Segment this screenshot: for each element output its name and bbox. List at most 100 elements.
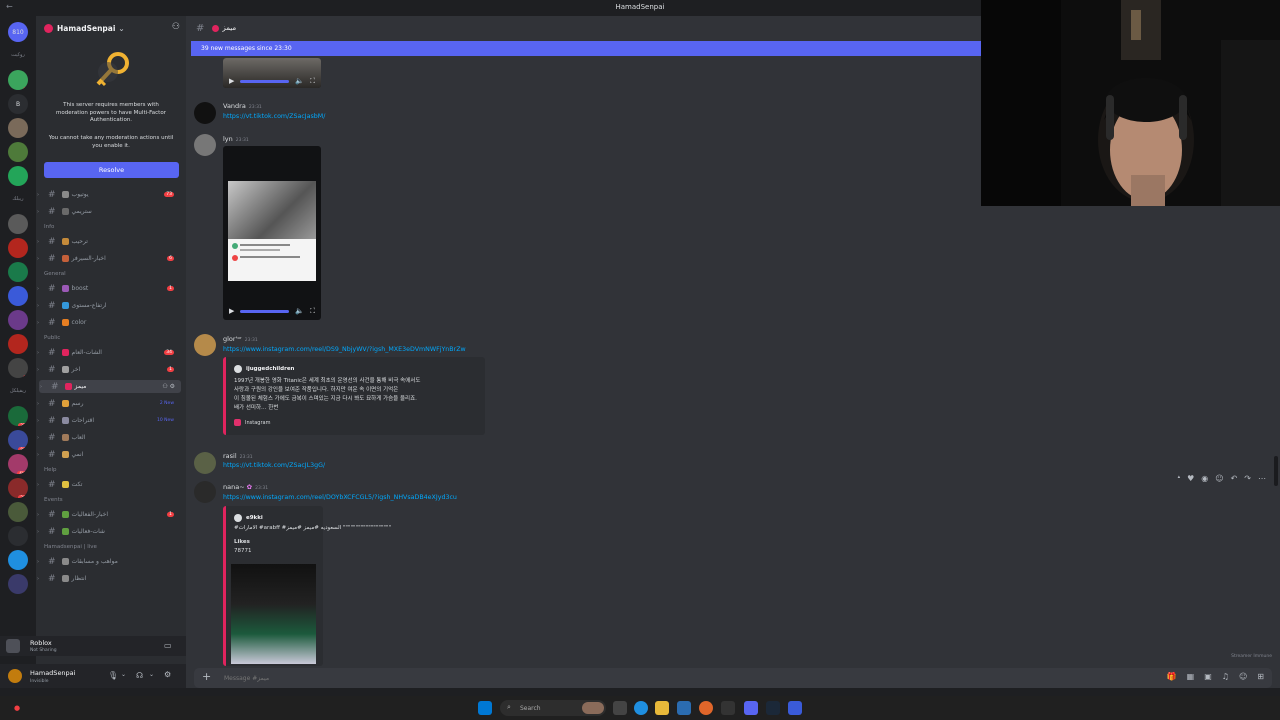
server-icon[interactable]: 267 <box>8 478 28 498</box>
headphones-icon[interactable]: ☊ <box>136 671 143 680</box>
new-messages-bar[interactable]: 39 new messages since 23:30 <box>191 41 981 56</box>
message-author[interactable]: rasil 23:31 <box>223 452 253 460</box>
emoji-icon[interactable]: ☺ <box>1239 672 1247 681</box>
server-icon[interactable] <box>8 214 28 234</box>
resolve-button[interactable]: Resolve <box>44 162 179 178</box>
more-icon[interactable]: ⋯ <box>1258 474 1266 486</box>
server-icon[interactable] <box>8 526 28 546</box>
channel-item[interactable]: › # الشات-العام 34 <box>36 346 182 359</box>
video-embed[interactable]: ▶ 🔈 ⛶ <box>223 58 321 88</box>
message-author[interactable]: glor'ᵒʳ 23:31 <box>223 335 258 343</box>
embed-author[interactable]: ijuggedchildren <box>234 365 294 373</box>
discord-icon[interactable] <box>744 701 758 715</box>
avatar[interactable] <box>194 481 216 503</box>
channel-category[interactable]: Public <box>44 335 60 341</box>
server-header[interactable]: HamadSenpai ⌄ ⚇ <box>36 16 186 40</box>
channel-item[interactable]: › # اقتراحات 10 New <box>36 414 182 427</box>
server-icon[interactable]: 1 <box>8 70 28 90</box>
screen-share-icon[interactable]: ▭ <box>164 641 172 650</box>
avatar[interactable] <box>8 669 22 683</box>
message-link[interactable]: https://vt.tiktok.com/ZSacJL3gG/ <box>223 462 325 469</box>
channel-item[interactable]: › # يوتيوب 73 <box>36 188 182 201</box>
file-explorer-icon[interactable] <box>655 701 669 715</box>
server-icon[interactable] <box>8 310 28 330</box>
sticker-icon[interactable]: ▣ <box>1204 672 1212 681</box>
channel-settings-icon[interactable]: ⚇ ⚙ <box>162 383 175 390</box>
scrollbar[interactable] <box>1274 456 1278 486</box>
channel-item[interactable]: › # ترحيب <box>36 235 182 248</box>
channel-item[interactable]: › # العاب <box>36 431 182 444</box>
channel-item[interactable]: › # boost 1 <box>36 282 182 295</box>
server-icon[interactable] <box>8 238 28 258</box>
gear-icon[interactable]: ⚙ <box>164 670 171 679</box>
add-user-icon[interactable]: ⚇ <box>172 22 180 32</box>
apps-icon[interactable]: ⊞ <box>1257 672 1264 681</box>
server-icon[interactable]: 6K+ <box>8 454 28 474</box>
message-input[interactable] <box>224 671 824 685</box>
server-icon[interactable] <box>8 118 28 138</box>
message-link[interactable]: https://www.instagram.com/reel/DOYbXCFCG… <box>223 494 457 501</box>
server-icon[interactable] <box>8 142 28 162</box>
fullscreen-icon[interactable]: ⛶ <box>310 307 315 316</box>
server-icon[interactable] <box>8 550 28 570</box>
chevron-down-icon[interactable]: ⌄ <box>149 671 154 678</box>
avatar[interactable] <box>194 452 216 474</box>
message-author[interactable]: nana~ ✿ 23:31 <box>223 483 268 491</box>
fullscreen-icon[interactable]: ⛶ <box>310 77 315 86</box>
app-icon[interactable] <box>721 701 735 715</box>
gift-icon[interactable]: 🎁 <box>1167 672 1177 681</box>
avatar[interactable] <box>194 102 216 124</box>
server-icon[interactable]: B <box>8 94 28 114</box>
volume-icon[interactable]: 🔈 <box>295 77 304 85</box>
server-icon[interactable]: 1 <box>8 358 28 378</box>
app-icon[interactable] <box>788 701 802 715</box>
message-link[interactable]: https://www.instagram.com/reel/DS9_NbjyW… <box>223 346 466 353</box>
server-icon[interactable] <box>8 574 28 594</box>
chevron-down-icon[interactable]: ⌄ <box>121 671 126 678</box>
channel-item[interactable]: › # color <box>36 316 182 329</box>
microphone-icon[interactable]: 🎙 <box>108 671 118 680</box>
forward-icon[interactable]: ↷ <box>1244 474 1251 486</box>
channel-category[interactable]: Help <box>44 467 57 473</box>
avatar[interactable] <box>194 134 216 156</box>
channel-item[interactable]: › # تكت <box>36 478 182 491</box>
gif-icon[interactable]: ▦ <box>1187 672 1195 681</box>
message-author[interactable]: Vandra 23:31 <box>223 102 262 110</box>
message-link[interactable]: https://vt.tiktok.com/ZSacJasbM/ <box>223 113 325 120</box>
channel-category[interactable]: Info <box>44 224 54 230</box>
server-icon[interactable] <box>8 286 28 306</box>
notification-icon[interactable]: ● <box>10 701 24 715</box>
channel-category[interactable]: Events <box>44 497 63 503</box>
channel-item[interactable]: › # ارتفاع-مستوى <box>36 299 182 312</box>
heart-reaction-icon[interactable]: ♥ <box>1187 474 1194 486</box>
avatar[interactable] <box>194 334 216 356</box>
taskbar-search[interactable]: ⌕ Search <box>500 700 606 716</box>
reply-icon[interactable]: ↶ <box>1231 474 1238 486</box>
server-icon[interactable]: 869 <box>8 430 28 450</box>
soundboard-icon[interactable]: ♫ <box>1222 672 1229 681</box>
channel-item[interactable]: › # اخبار-السيرفر 6 <box>36 252 182 265</box>
play-icon[interactable]: ▶ <box>229 77 234 85</box>
video-thumbnail[interactable] <box>231 564 316 664</box>
channel-item[interactable]: › # ميمز ⚇ ⚙ <box>39 380 181 393</box>
channel-item[interactable]: › # شات-فعاليات <box>36 525 182 538</box>
channel-item[interactable]: › # ستريمي <box>36 205 182 218</box>
add-reaction-icon[interactable]: ☺ <box>1215 474 1223 486</box>
video-embed[interactable]: ▶ 🔈 ⛶ <box>223 146 321 320</box>
firefox-icon[interactable] <box>699 701 713 715</box>
steam-icon[interactable] <box>766 701 780 715</box>
eyes-reaction-icon[interactable]: ◉ <box>1201 474 1208 486</box>
server-icon[interactable] <box>8 334 28 354</box>
edge-icon[interactable] <box>634 701 648 715</box>
plus-icon[interactable]: + <box>202 670 211 683</box>
app-icon[interactable] <box>677 701 691 715</box>
channel-item[interactable]: › # انمي <box>36 448 182 461</box>
server-icon[interactable]: 810 <box>8 22 28 42</box>
channel-category[interactable]: Hamadsenpai | live <box>44 544 97 550</box>
channel-item[interactable]: › # رسم 2 New <box>36 397 182 410</box>
task-view-icon[interactable] <box>613 701 627 715</box>
channel-category[interactable]: General <box>44 271 66 277</box>
volume-icon[interactable]: 🔈 <box>295 307 304 315</box>
channel-item[interactable]: › # اخبار-الفعاليات 1 <box>36 508 182 521</box>
channel-item[interactable]: › # اخر 1 <box>36 363 182 376</box>
